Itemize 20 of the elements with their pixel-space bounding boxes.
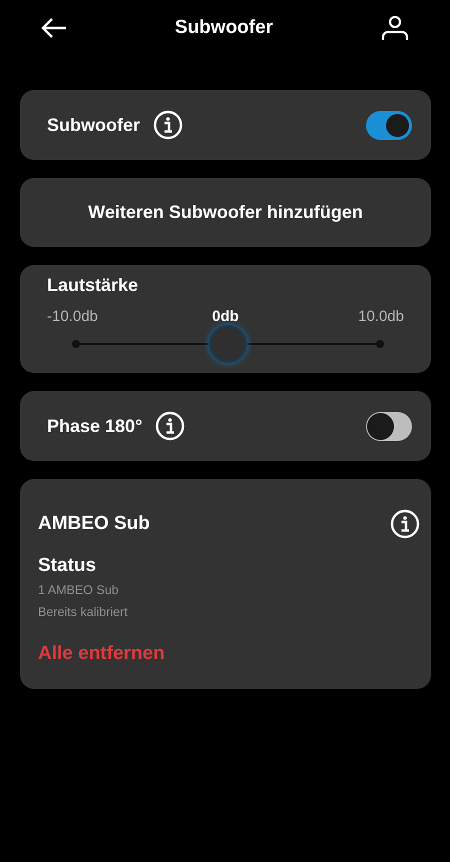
toggle-switch[interactable] — [366, 412, 412, 440]
slider-thumb[interactable] — [209, 325, 247, 363]
info-icon[interactable] — [155, 411, 186, 441]
setting-label: Phase 180° — [47, 416, 142, 436]
setting-label: Lautstärke — [47, 275, 140, 296]
setting-label: Subwoofer — [47, 114, 140, 136]
current-value-label: 0db — [212, 308, 239, 325]
toggle-switch[interactable] — [366, 110, 412, 140]
min-value-label: -10.0db — [47, 308, 99, 325]
info-icon[interactable] — [153, 110, 183, 140]
status-text: 1 AMBEO Sub — [38, 583, 120, 597]
back-button[interactable] — [40, 16, 68, 40]
status-heading: Status — [38, 555, 98, 577]
max-value-label: 10.0db — [357, 308, 404, 325]
device-name: AMBEO Sub — [38, 513, 150, 535]
add-subwoofer-button[interactable]: Weiteren Subwoofer hinzufügen — [20, 178, 431, 247]
status-text: Bereits kalibriert — [38, 605, 129, 619]
info-icon[interactable] — [390, 509, 420, 539]
profile-button[interactable] — [380, 14, 410, 40]
page-title: Subwoofer — [174, 16, 274, 38]
